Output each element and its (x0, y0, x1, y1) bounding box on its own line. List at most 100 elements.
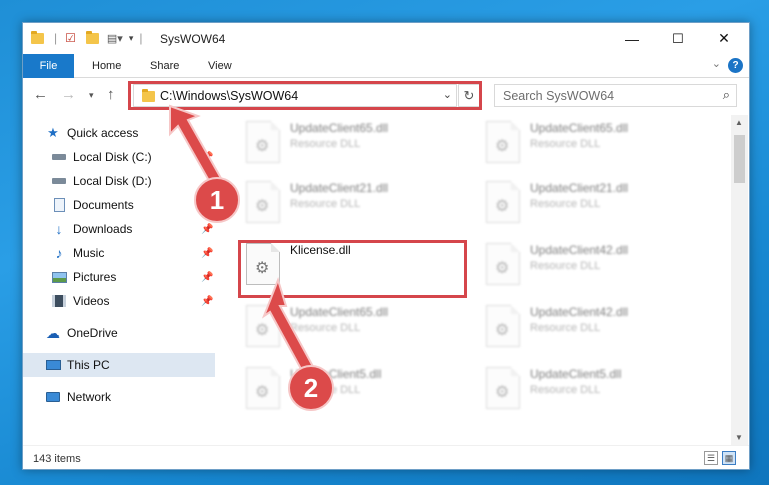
title-bar: | ☑ ▤▾ ▾ | SysWOW64 — ☐ ✕ (23, 23, 749, 54)
sidebar-item-label: Downloads (73, 222, 133, 236)
tab-share[interactable]: Share (138, 54, 191, 78)
help-icon[interactable]: ? (728, 58, 743, 73)
pin-icon[interactable]: 📌 (201, 152, 213, 163)
dll-file-icon: ⚙ (246, 367, 280, 409)
expand-ribbon-icon[interactable]: ⌄ (712, 57, 721, 70)
sidebar-item-label: This PC (67, 358, 110, 372)
file-type: Resource DLL (530, 322, 601, 334)
cloud-icon: ☁ (46, 324, 60, 341)
minimize-button[interactable]: — (609, 23, 655, 54)
details-view-icon[interactable]: ☰ (704, 451, 718, 465)
file-item[interactable]: ⚙ UpdateClient65.dll Resource DLL (478, 117, 708, 177)
tab-file[interactable]: File (23, 54, 74, 78)
file-item[interactable]: ⚙ UpdateClient42.dll Resource DLL (478, 239, 708, 299)
file-type: Resource DLL (290, 198, 361, 210)
pin-icon[interactable]: 📌 (201, 248, 213, 259)
window-title: SysWOW64 (160, 32, 226, 46)
navigation-bar: ← → ▾ ↑ C:\Windows\SysWOW64 ⌄ ↻ Search S… (23, 79, 749, 113)
recent-locations-icon[interactable]: ▾ (89, 90, 94, 101)
undo-icon[interactable]: ▤▾ (107, 32, 123, 45)
sidebar-item-pictures[interactable]: Pictures 📌 (51, 265, 215, 289)
drive-icon (51, 174, 67, 188)
file-type: Resource DLL (530, 260, 601, 272)
music-icon: ♪ (55, 245, 63, 261)
close-button[interactable]: ✕ (701, 23, 747, 54)
sidebar-item-label: Network (67, 390, 112, 404)
sidebar-item-label: Pictures (73, 270, 117, 284)
sidebar-item-videos[interactable]: Videos 📌 (51, 289, 215, 313)
file-item[interactable]: ⚙ UpdateClient21.dll Resource DLL (238, 177, 468, 237)
file-type: Resource DLL (530, 138, 601, 150)
tab-view[interactable]: View (196, 54, 244, 78)
quick-access-toolbar: | ☑ ▤▾ ▾ | (31, 30, 142, 45)
customize-toolbar-icon[interactable]: ▾ (129, 33, 134, 44)
large-icons-view-icon[interactable]: ▦ (722, 451, 736, 465)
sidebar-item-label: Local Disk (D:) (73, 174, 152, 188)
gear-icon: ⚙ (495, 138, 510, 155)
sidebar-item-documents[interactable]: Documents (51, 193, 215, 217)
scroll-down-icon[interactable]: ▼ (735, 433, 743, 442)
gear-icon: ⚙ (495, 322, 510, 339)
sidebar-item-network[interactable]: Network (45, 385, 215, 409)
gear-icon: ⚙ (495, 198, 510, 215)
dll-file-icon: ⚙ (246, 305, 280, 347)
dll-file-icon: ⚙ (486, 243, 520, 285)
file-item[interactable]: ⚙ UpdateClient21.dll Resource DLL (478, 177, 708, 237)
documents-icon (51, 198, 67, 212)
network-icon (45, 390, 61, 404)
pin-icon[interactable]: 📌 (201, 224, 213, 235)
tab-home[interactable]: Home (80, 54, 133, 78)
gear-icon: ⚙ (255, 322, 270, 339)
file-item[interactable]: ⚙ UpdateClient42.dll Resource DLL (478, 301, 708, 361)
sidebar-item-local-disk-c[interactable]: Local Disk (C:) 📌 (51, 145, 215, 169)
drive-icon (51, 150, 67, 164)
file-name: UpdateClient42.dll (530, 305, 629, 319)
dll-file-icon: ⚙ (486, 367, 520, 409)
pictures-icon (51, 270, 67, 284)
gear-icon: ⚙ (255, 198, 270, 215)
sidebar-item-music[interactable]: ♪ Music 📌 (51, 241, 215, 265)
sidebar-item-quick-access[interactable]: ★ Quick access (45, 121, 215, 145)
sidebar-item-onedrive[interactable]: ☁ OneDrive (45, 321, 215, 345)
up-arrow-icon[interactable]: ↑ (107, 86, 115, 103)
file-type: Resource DLL (290, 322, 361, 334)
gear-icon: ⚙ (255, 138, 270, 155)
folder-icon[interactable] (31, 30, 44, 44)
file-type: Resource DLL (290, 138, 361, 150)
file-item[interactable]: ⚙ UpdateClient65.dll Resource DLL (238, 301, 468, 361)
new-folder-icon[interactable] (85, 30, 99, 44)
gear-icon: ⚙ (495, 260, 510, 277)
sidebar-item-local-disk-d[interactable]: Local Disk (D:) (51, 169, 215, 193)
sidebar-item-downloads[interactable]: ↓ Downloads 📌 (51, 217, 215, 241)
scrollbar-thumb[interactable] (734, 135, 745, 183)
star-icon: ★ (47, 125, 59, 140)
file-name: UpdateClient5.dll (530, 367, 622, 381)
file-name: UpdateClient65.dll (530, 121, 629, 135)
download-icon: ↓ (55, 221, 63, 237)
sidebar-item-label: Local Disk (C:) (73, 150, 152, 164)
vertical-scrollbar[interactable]: ▲ ▼ (731, 115, 748, 445)
scroll-up-icon[interactable]: ▲ (735, 118, 743, 127)
sidebar-item-this-pc[interactable]: This PC (23, 353, 215, 377)
sidebar-item-label: Documents (73, 198, 134, 212)
properties-icon[interactable]: ☑ (65, 31, 76, 45)
pin-icon[interactable]: 📌 (201, 296, 213, 307)
file-item[interactable]: ⚙ UpdateClient65.dll Resource DLL (238, 117, 468, 177)
maximize-button[interactable]: ☐ (655, 23, 701, 54)
sidebar-item-label: OneDrive (67, 326, 118, 340)
file-name: UpdateClient42.dll (530, 243, 629, 257)
ribbon: File Home Share View ⌄ ? (23, 54, 749, 78)
videos-icon (51, 294, 67, 308)
file-name: UpdateClient21.dll (530, 181, 629, 195)
status-bar: 143 items ☰ ▦ (23, 445, 749, 470)
search-icon[interactable]: ⌕ (723, 87, 730, 103)
file-highlight-box (238, 240, 467, 298)
forward-arrow-icon[interactable]: → (61, 86, 76, 103)
file-item[interactable]: ⚙ UpdateClient5.dll Resource DLL (238, 363, 468, 423)
search-input[interactable]: Search SysWOW64 ⌕ (494, 84, 737, 107)
pin-icon[interactable]: 📌 (201, 272, 213, 283)
back-arrow-icon[interactable]: ← (33, 86, 48, 103)
navigation-pane: ★ Quick access Local Disk (C:) 📌 Local D… (23, 115, 215, 445)
file-item[interactable]: ⚙ UpdateClient5.dll Resource DLL (478, 363, 708, 423)
sidebar-item-label: Quick access (67, 126, 139, 140)
